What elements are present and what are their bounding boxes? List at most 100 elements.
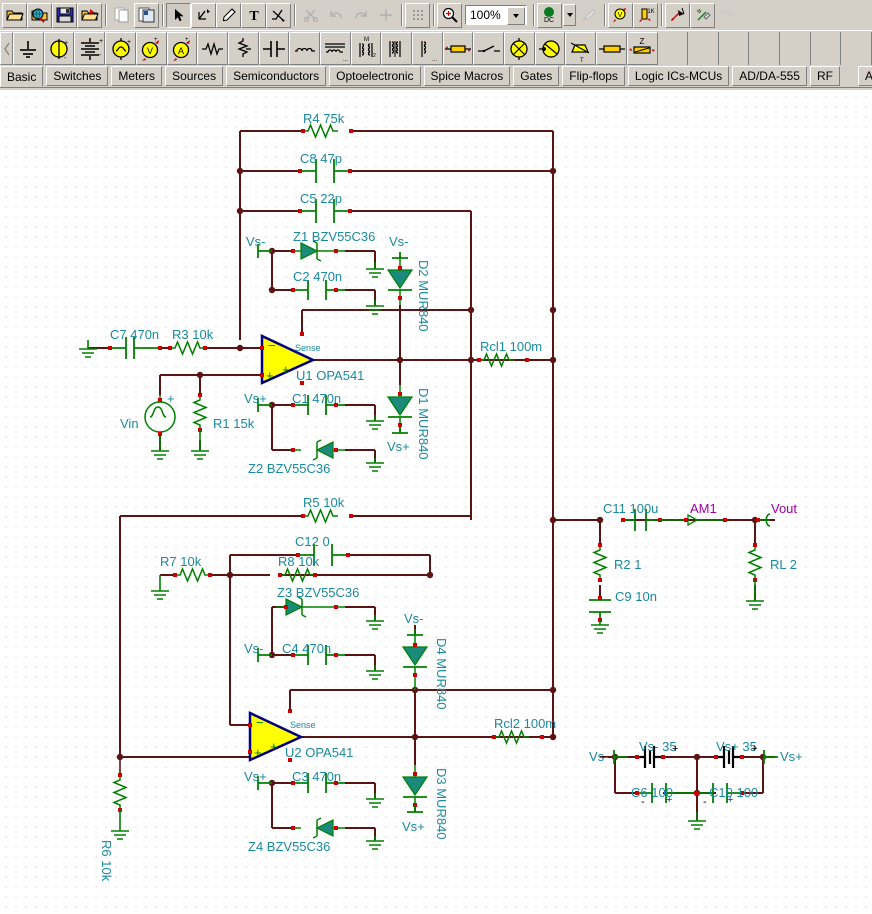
motor-part[interactable] bbox=[534, 32, 566, 65]
tab-gates[interactable]: Gates bbox=[513, 66, 560, 86]
ammeter-part[interactable]: A + bbox=[166, 32, 198, 65]
coil-part[interactable]: ... bbox=[319, 32, 351, 65]
tab-semiconductors[interactable]: Semiconductors bbox=[226, 66, 327, 86]
tab-spice-macros[interactable]: Spice Macros bbox=[423, 66, 511, 86]
undo-button[interactable] bbox=[323, 2, 348, 28]
ac-source-part[interactable]: + bbox=[105, 32, 136, 65]
svg-text:V: V bbox=[617, 12, 622, 19]
zoom-level-combobox[interactable]: 100% bbox=[465, 5, 527, 25]
impedance-part[interactable]: Z bbox=[626, 32, 658, 65]
resistance-probe-button[interactable]: 1K bbox=[633, 2, 658, 28]
zoom-dropdown-arrow[interactable] bbox=[507, 7, 525, 25]
attach-probe-button[interactable] bbox=[690, 2, 715, 28]
battery-part[interactable]: + - bbox=[74, 32, 106, 65]
component-Z3[interactable] bbox=[276, 596, 345, 618]
open-web-button[interactable] bbox=[27, 2, 52, 28]
category-tab-bar: Basic Switches Meters Sources Semiconduc… bbox=[0, 66, 872, 88]
variable-resistor-part[interactable]: T bbox=[565, 32, 597, 65]
dc-voltage-source-part[interactable]: + - bbox=[43, 32, 75, 65]
toolbar-separator bbox=[159, 3, 166, 28]
paste-button[interactable] bbox=[134, 2, 159, 28]
net-terminal-vout[interactable] bbox=[756, 513, 771, 527]
open-file-button[interactable] bbox=[2, 2, 27, 28]
net-terminal-vs-minus-2[interactable] bbox=[392, 252, 408, 259]
tab-sources[interactable]: Sources bbox=[165, 66, 224, 86]
net-terminal-vs-plus-d3[interactable] bbox=[407, 806, 423, 813]
tab-ad-da-555[interactable]: AD/DA-555 bbox=[732, 66, 807, 86]
voltmeter-part[interactable]: V + bbox=[135, 32, 167, 65]
label-c10-minus: - bbox=[703, 796, 707, 808]
component-C9[interactable] bbox=[589, 596, 611, 622]
tab-meters[interactable]: Meters bbox=[111, 66, 163, 86]
component-D1[interactable] bbox=[386, 385, 414, 433]
net-terminal-vs-minus-4[interactable] bbox=[407, 629, 423, 636]
resistor-part[interactable] bbox=[197, 32, 228, 65]
component-D3[interactable] bbox=[401, 765, 429, 812]
grid-toggle-button[interactable] bbox=[405, 2, 430, 28]
cut-button[interactable] bbox=[298, 2, 323, 28]
zoom-button[interactable] bbox=[437, 2, 462, 28]
component-R3[interactable] bbox=[168, 341, 207, 355]
component-D2[interactable] bbox=[386, 258, 414, 305]
component-R5[interactable] bbox=[301, 509, 353, 523]
pin-probe-button[interactable] bbox=[665, 2, 690, 28]
lamp-part[interactable] bbox=[504, 32, 535, 65]
component-R1[interactable] bbox=[193, 393, 207, 432]
dc-source-button[interactable]: DC bbox=[537, 2, 562, 28]
pencil-tool[interactable] bbox=[216, 2, 241, 28]
voltmeter-probe-button[interactable]: V bbox=[608, 2, 633, 28]
inductor-part[interactable] bbox=[289, 32, 320, 65]
redo-button[interactable] bbox=[348, 2, 373, 28]
switch-part[interactable] bbox=[473, 32, 505, 65]
label-c10-plus: + bbox=[727, 794, 734, 806]
ground-part[interactable] bbox=[13, 32, 44, 65]
tab-switches[interactable]: Switches bbox=[46, 66, 109, 86]
save-as-button[interactable] bbox=[77, 2, 102, 28]
capacitor-part[interactable] bbox=[258, 32, 290, 65]
crosshair-button[interactable] bbox=[373, 2, 398, 28]
net-terminal-vs-plus-d1[interactable] bbox=[392, 427, 408, 434]
relay-bar-part[interactable] bbox=[596, 32, 627, 65]
component-Z2[interactable] bbox=[291, 439, 345, 461]
tab-logic-ics-mcus[interactable]: Logic ICs-MCUs bbox=[627, 66, 730, 86]
text-tool[interactable]: T bbox=[241, 2, 266, 28]
component-R4[interactable] bbox=[301, 124, 353, 138]
net-terminal-vs-plus-supply[interactable] bbox=[763, 750, 778, 764]
transformer-part[interactable]: M2 bbox=[350, 32, 382, 65]
component-Z1[interactable] bbox=[291, 240, 345, 262]
component-Z4[interactable] bbox=[291, 817, 345, 839]
tab-basic[interactable]: Basic bbox=[0, 66, 44, 87]
tab-optoelectronic[interactable]: Optoelectronic bbox=[329, 66, 421, 86]
ground-r1 bbox=[191, 430, 209, 460]
probe-button[interactable] bbox=[576, 2, 601, 28]
inductor-bracket-part[interactable]: ... bbox=[412, 32, 443, 65]
wire-tool[interactable] bbox=[191, 2, 216, 28]
component-R7[interactable] bbox=[173, 568, 212, 582]
copy-button[interactable] bbox=[109, 2, 134, 28]
label-R5: R5 10k bbox=[303, 495, 345, 510]
tab-rf[interactable]: RF bbox=[809, 66, 840, 86]
dc-source-dropdown-arrow[interactable] bbox=[563, 4, 576, 26]
schematic-canvas[interactable]: − + + − + + R4 75k C8 47p C5 22p Z1 BZV5… bbox=[0, 90, 872, 914]
component-R6[interactable] bbox=[113, 757, 127, 812]
net-terminal-vs-minus-supply[interactable] bbox=[613, 750, 628, 764]
tab-flip-flops[interactable]: Flip-flops bbox=[562, 66, 625, 86]
palette-scroll-left[interactable] bbox=[0, 32, 14, 65]
label-C11: C11 100u bbox=[603, 501, 659, 516]
tab-label: Basic bbox=[7, 69, 37, 84]
ground-c2 bbox=[366, 300, 384, 315]
hook-probe-button[interactable] bbox=[715, 2, 740, 28]
waveform-tool[interactable] bbox=[266, 2, 291, 28]
tab-label: Spice Macros bbox=[430, 69, 504, 83]
component-RL[interactable] bbox=[748, 543, 762, 582]
component-R2[interactable] bbox=[593, 543, 607, 582]
component-D4[interactable] bbox=[401, 635, 429, 690]
tab-analog-control[interactable]: Analog Control bbox=[857, 66, 872, 86]
save-button[interactable] bbox=[52, 2, 77, 28]
fuse-part[interactable] bbox=[442, 32, 474, 65]
ground-c9 bbox=[591, 620, 609, 634]
select-tool[interactable] bbox=[166, 2, 191, 28]
coupled-inductor-part[interactable] bbox=[381, 32, 413, 65]
tab-label: Meters bbox=[118, 69, 156, 83]
potentiometer-part[interactable] bbox=[227, 32, 259, 65]
